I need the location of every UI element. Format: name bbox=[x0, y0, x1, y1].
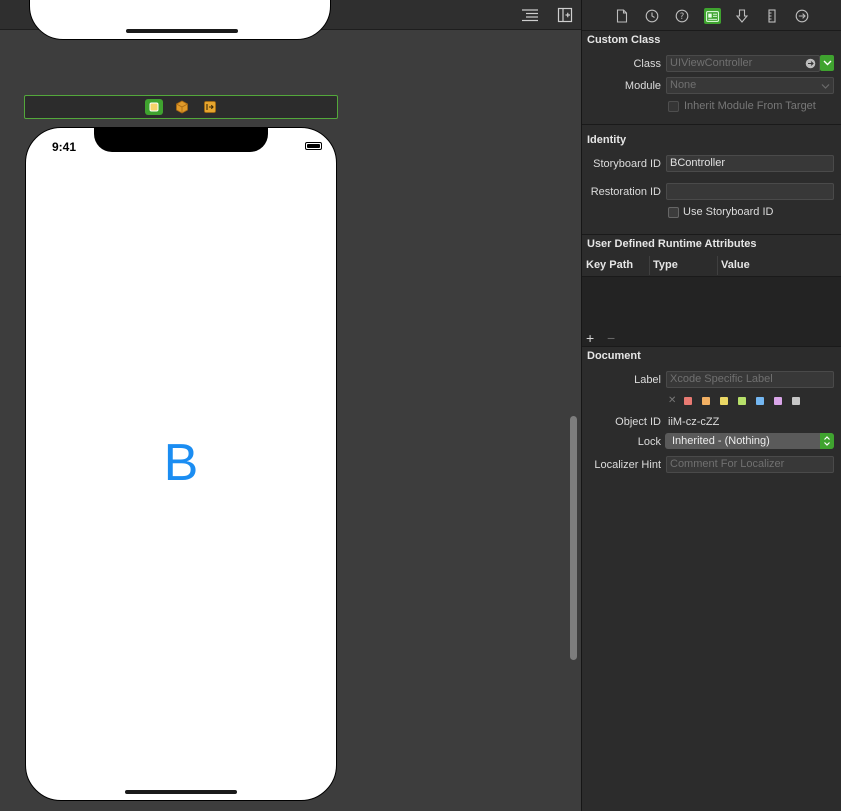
lock-label: Lock bbox=[637, 436, 661, 448]
lock-popup-button[interactable]: Inherited - (Nothing) bbox=[665, 433, 834, 449]
add-editor-icon[interactable] bbox=[557, 7, 575, 23]
inherit-module-checkbox[interactable] bbox=[668, 101, 679, 112]
column-value[interactable]: Value bbox=[721, 259, 750, 271]
label-color-swatch[interactable] bbox=[738, 397, 746, 405]
label-color-swatch[interactable] bbox=[702, 397, 710, 405]
inherit-module-label: Inherit Module From Target bbox=[684, 100, 816, 112]
view-controller-icon[interactable] bbox=[145, 99, 163, 115]
column-separator bbox=[717, 256, 718, 275]
file-inspector-icon[interactable] bbox=[614, 8, 630, 24]
restoration-id-field[interactable] bbox=[666, 183, 834, 200]
first-responder-icon[interactable] bbox=[173, 99, 191, 115]
class-label: Class bbox=[633, 58, 661, 70]
storyboard-canvas[interactable]: 9:41 B bbox=[0, 0, 581, 811]
inspector-tab-bar: ? bbox=[582, 0, 841, 31]
section-divider bbox=[582, 346, 841, 347]
size-inspector-icon[interactable] bbox=[764, 8, 780, 24]
identity-inspector: ? Custom Class Class UIViewController Mo… bbox=[581, 0, 841, 811]
identity-inspector-icon[interactable] bbox=[704, 8, 721, 24]
status-bar-time: 9:41 bbox=[52, 140, 77, 154]
remove-attribute-button[interactable]: − bbox=[607, 331, 615, 345]
attributes-inspector-icon[interactable] bbox=[734, 8, 750, 24]
use-storyboard-id-checkbox[interactable] bbox=[668, 207, 679, 218]
label-label: Label bbox=[634, 374, 661, 386]
scene-dock bbox=[24, 95, 338, 119]
column-type[interactable]: Type bbox=[653, 259, 678, 271]
class-dropdown-button[interactable] bbox=[820, 55, 834, 71]
storyboard-id-field[interactable]: BController bbox=[666, 155, 834, 172]
restoration-id-label: Restoration ID bbox=[590, 186, 661, 198]
class-field[interactable]: UIViewController bbox=[666, 55, 820, 72]
class-placeholder: UIViewController bbox=[670, 57, 753, 69]
label-color-swatch[interactable] bbox=[684, 397, 692, 405]
label-color-swatch[interactable] bbox=[774, 397, 782, 405]
add-attribute-button[interactable]: + bbox=[586, 331, 594, 345]
document-outline-icon[interactable] bbox=[521, 7, 539, 23]
exit-icon[interactable] bbox=[201, 99, 219, 115]
localizer-hint-label: Localizer Hint bbox=[594, 459, 661, 471]
module-placeholder: None bbox=[670, 79, 697, 91]
chevron-down-icon bbox=[821, 81, 830, 93]
section-title-custom-class: Custom Class bbox=[587, 34, 661, 46]
column-separator bbox=[649, 256, 650, 275]
runtime-attributes-table[interactable]: Key Path Type Value bbox=[582, 254, 841, 347]
go-to-class-icon[interactable] bbox=[805, 58, 816, 71]
quick-help-icon[interactable]: ? bbox=[674, 8, 690, 24]
label-field[interactable]: Xcode Specific Label bbox=[666, 371, 834, 388]
popup-stepper-icon bbox=[820, 433, 834, 449]
use-storyboard-id-label: Use Storyboard ID bbox=[683, 206, 774, 218]
section-divider bbox=[582, 234, 841, 235]
object-id-label: Object ID bbox=[615, 416, 661, 428]
label-color-swatch[interactable] bbox=[720, 397, 728, 405]
chevron-down-icon bbox=[823, 60, 831, 66]
column-key-path[interactable]: Key Path bbox=[586, 259, 633, 271]
label-color-swatch[interactable] bbox=[756, 397, 764, 405]
object-id-value: iiM-cz-cZZ bbox=[668, 416, 720, 428]
section-title-identity: Identity bbox=[587, 134, 627, 146]
label-color-swatch[interactable] bbox=[792, 397, 800, 405]
center-label[interactable]: B bbox=[26, 433, 336, 493]
svg-text:?: ? bbox=[680, 12, 685, 22]
storyboard-id-label: Storyboard ID bbox=[593, 158, 661, 170]
clear-label-color-button[interactable]: ✕ bbox=[668, 395, 676, 406]
table-header: Key Path Type Value bbox=[582, 254, 841, 277]
device-notch bbox=[94, 128, 268, 152]
previous-scene-phone[interactable] bbox=[29, 0, 331, 40]
battery-icon bbox=[305, 142, 322, 150]
connections-inspector-icon[interactable] bbox=[794, 8, 810, 24]
home-indicator bbox=[126, 29, 238, 33]
section-title-document: Document bbox=[587, 350, 641, 362]
lock-value: Inherited - (Nothing) bbox=[672, 435, 770, 447]
home-indicator bbox=[125, 790, 237, 794]
module-field[interactable]: None bbox=[666, 77, 834, 94]
scene-phone-b[interactable]: 9:41 B bbox=[25, 127, 337, 801]
localizer-hint-field[interactable]: Comment For Localizer bbox=[666, 456, 834, 473]
canvas-scrollbar[interactable] bbox=[570, 416, 577, 660]
section-divider bbox=[582, 124, 841, 125]
module-label: Module bbox=[624, 80, 661, 92]
history-inspector-icon[interactable] bbox=[644, 8, 660, 24]
section-title-runtime-attributes: User Defined Runtime Attributes bbox=[587, 238, 757, 250]
